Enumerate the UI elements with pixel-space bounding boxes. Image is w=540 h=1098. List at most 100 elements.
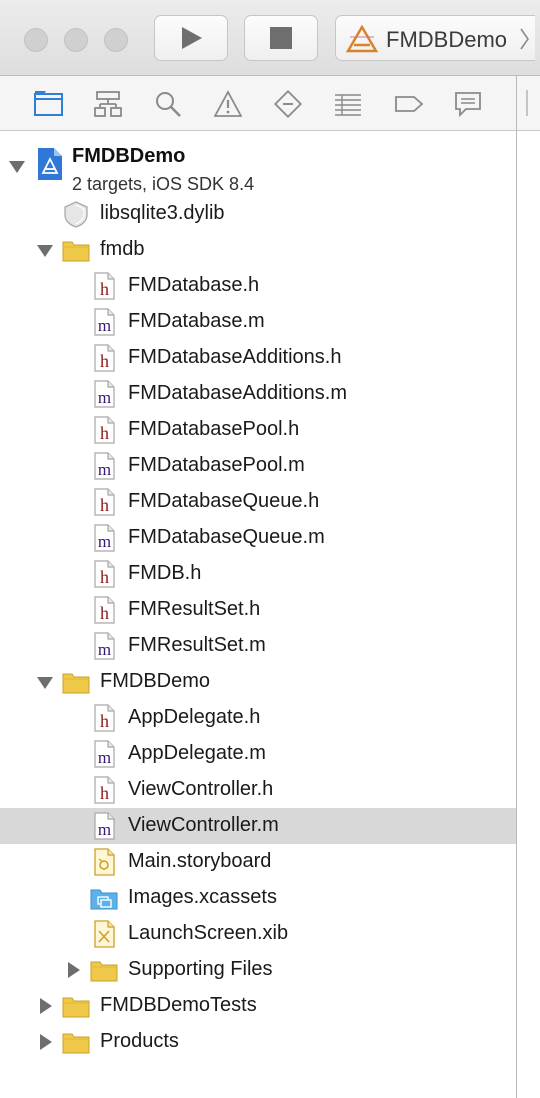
navigator-file-row[interactable]: h FMResultSet.h bbox=[0, 592, 516, 628]
navigator-file-row[interactable]: m FMDatabaseQueue.m bbox=[0, 520, 516, 556]
project-root-row[interactable]: FMDBDemo 2 targets, iOS SDK 8.4 bbox=[0, 137, 516, 195]
asset-catalog-icon bbox=[90, 889, 118, 910]
disclosure-closed-icon[interactable] bbox=[36, 1033, 54, 1051]
project-navigator-icon bbox=[34, 91, 63, 116]
test-navigator-tab[interactable] bbox=[274, 90, 302, 118]
navigator-group-row[interactable]: Supporting Files bbox=[0, 952, 516, 988]
implementation-file-icon: m bbox=[94, 308, 115, 336]
navigator-item-label: FMDBDemo bbox=[100, 670, 211, 692]
navigator-group-row[interactable]: fmdb bbox=[0, 232, 516, 268]
implementation-file-icon: m bbox=[94, 524, 115, 552]
run-button[interactable] bbox=[154, 15, 228, 61]
navigator-item-label: FMDatabasePool.h bbox=[128, 418, 300, 440]
navigator-item-label: Supporting Files bbox=[128, 958, 273, 980]
implementation-file-icon: m bbox=[94, 812, 115, 840]
issue-navigator-tab[interactable] bbox=[214, 90, 242, 118]
scheme-selector[interactable]: FMDBDemo bbox=[335, 15, 535, 61]
navigator-item-label: FMDatabaseQueue.h bbox=[128, 490, 320, 512]
navigator-file-row[interactable]: h AppDelegate.h bbox=[0, 700, 516, 736]
report-navigator-tab[interactable] bbox=[454, 90, 482, 118]
svg-text:h: h bbox=[100, 603, 109, 623]
editor-gutter-mark bbox=[526, 90, 528, 116]
disclosure-open-icon[interactable] bbox=[8, 157, 26, 175]
navigator-file-row[interactable]: m ViewController.m bbox=[0, 808, 516, 844]
issue-navigator-icon bbox=[214, 90, 242, 117]
navigator-file-row[interactable]: h FMDatabasePool.h bbox=[0, 412, 516, 448]
editor-divider[interactable] bbox=[516, 76, 517, 1098]
navigator-item-label: FMDatabaseAdditions.h bbox=[128, 346, 342, 368]
debug-navigator-tab[interactable] bbox=[334, 90, 362, 118]
svg-text:h: h bbox=[100, 279, 109, 299]
implementation-file-icon: m bbox=[94, 740, 115, 768]
symbol-navigator-tab[interactable] bbox=[94, 90, 122, 118]
svg-text:h: h bbox=[100, 351, 109, 371]
disclosure-open-icon[interactable] bbox=[36, 673, 54, 691]
implementation-file-icon: m bbox=[94, 380, 115, 408]
navigator-item-label: AppDelegate.m bbox=[128, 742, 266, 764]
navigator-item-label: AppDelegate.h bbox=[128, 706, 261, 728]
navigator-item-label: FMResultSet.h bbox=[128, 598, 261, 620]
navigator-group-row[interactable]: Products bbox=[0, 1024, 516, 1060]
svg-text:h: h bbox=[100, 567, 109, 587]
header-file-icon: h bbox=[94, 416, 115, 444]
report-navigator-icon bbox=[455, 92, 481, 118]
find-navigator-tab[interactable] bbox=[154, 90, 182, 118]
disclosure-closed-icon[interactable] bbox=[64, 961, 82, 979]
navigator-file-row[interactable]: Images.xcassets bbox=[0, 880, 516, 916]
navigator-item-label: ViewController.m bbox=[128, 814, 279, 836]
disclosure-closed-icon[interactable] bbox=[36, 997, 54, 1015]
folder-icon bbox=[62, 1033, 90, 1054]
navigator-file-row[interactable]: LaunchScreen.xib bbox=[0, 916, 516, 952]
svg-text:m: m bbox=[98, 532, 111, 551]
navigator-file-row[interactable]: Main.storyboard bbox=[0, 844, 516, 880]
navigator-file-row[interactable]: m FMDatabaseAdditions.m bbox=[0, 376, 516, 412]
svg-text:m: m bbox=[98, 820, 111, 839]
svg-text:m: m bbox=[98, 388, 111, 407]
navigator-item-label: FMDatabase.h bbox=[128, 274, 260, 296]
project-navigator-tab[interactable] bbox=[34, 90, 63, 118]
navigator-item-label: FMDatabaseAdditions.m bbox=[128, 382, 347, 404]
navigator-file-row[interactable]: h FMDatabase.h bbox=[0, 268, 516, 304]
close-window-button[interactable] bbox=[24, 28, 48, 52]
minimize-window-button[interactable] bbox=[64, 28, 88, 52]
scheme-name: FMDBDemo bbox=[386, 27, 508, 52]
navigator-selector-bar bbox=[0, 76, 540, 131]
svg-text:h: h bbox=[100, 711, 109, 731]
navigator-file-row[interactable]: h FMDatabaseQueue.h bbox=[0, 484, 516, 520]
stop-button[interactable] bbox=[244, 15, 318, 61]
svg-text:m: m bbox=[98, 460, 111, 479]
header-file-icon: h bbox=[94, 560, 115, 588]
breakpoint-navigator-tab[interactable] bbox=[394, 90, 424, 118]
navigator-file-row[interactable]: h FMDatabaseAdditions.h bbox=[0, 340, 516, 376]
navigator-file-row[interactable]: m FMDatabasePool.m bbox=[0, 448, 516, 484]
navigator-file-row[interactable]: m FMDatabase.m bbox=[0, 304, 516, 340]
disclosure-open-icon[interactable] bbox=[36, 241, 54, 259]
navigator-file-row[interactable]: m AppDelegate.m bbox=[0, 736, 516, 772]
test-navigator-icon bbox=[274, 90, 302, 118]
navigator-file-row[interactable]: libsqlite3.dylib bbox=[0, 196, 516, 232]
library-icon bbox=[64, 201, 88, 228]
navigator-group-row[interactable]: FMDBDemoTests bbox=[0, 988, 516, 1024]
xcode-project-icon bbox=[38, 148, 62, 180]
navigator-item-label: FMDBDemoTests bbox=[100, 994, 257, 1016]
svg-text:h: h bbox=[100, 783, 109, 803]
navigator-file-row[interactable]: h FMDB.h bbox=[0, 556, 516, 592]
app-target-icon bbox=[346, 25, 378, 53]
project-navigator: FMDBDemo 2 targets, iOS SDK 8.4 libsqlit… bbox=[0, 131, 516, 1098]
svg-text:h: h bbox=[100, 423, 109, 443]
navigator-item-label: libsqlite3.dylib bbox=[100, 202, 225, 224]
navigator-item-label: Main.storyboard bbox=[128, 850, 272, 872]
zoom-window-button[interactable] bbox=[104, 28, 128, 52]
svg-text:m: m bbox=[98, 748, 111, 767]
navigator-file-row[interactable]: h ViewController.h bbox=[0, 772, 516, 808]
stop-icon bbox=[270, 27, 292, 49]
header-file-icon: h bbox=[94, 488, 115, 516]
header-file-icon: h bbox=[94, 776, 115, 804]
navigator-file-row[interactable]: m FMResultSet.m bbox=[0, 628, 516, 664]
implementation-file-icon: m bbox=[94, 452, 115, 480]
navigator-group-row[interactable]: FMDBDemo bbox=[0, 664, 516, 700]
project-subtitle: 2 targets, iOS SDK 8.4 bbox=[72, 174, 255, 194]
header-file-icon: h bbox=[94, 272, 115, 300]
folder-icon bbox=[90, 961, 118, 982]
navigator-item-label: fmdb bbox=[100, 238, 145, 260]
